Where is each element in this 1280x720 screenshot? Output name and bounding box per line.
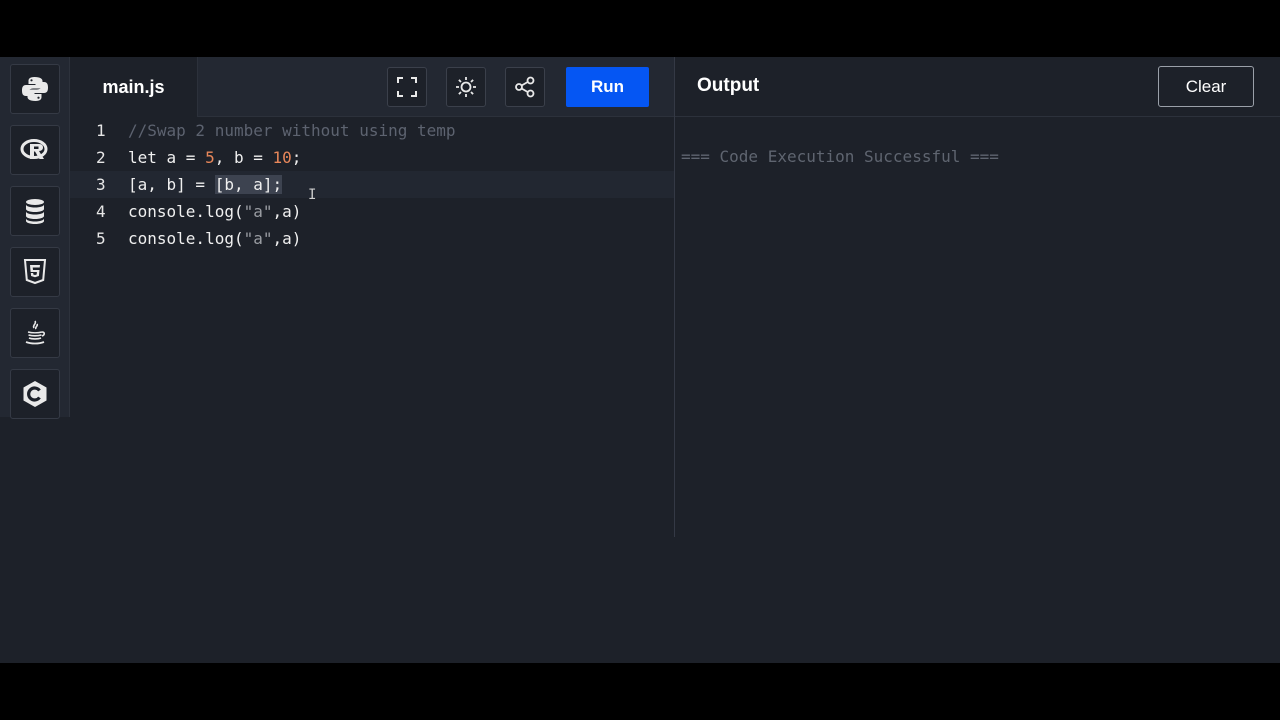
r-icon	[20, 139, 48, 159]
database-icon	[26, 199, 44, 224]
code-token: ;	[291, 148, 302, 167]
clear-button[interactable]: Clear	[1158, 66, 1254, 107]
text-cursor-icon: I	[308, 187, 317, 203]
line-number: 2	[96, 148, 106, 167]
code-text: let a = 5, b = 10;	[128, 148, 301, 167]
code-line: 2 let a = 5, b = 10;	[70, 144, 674, 171]
c-icon	[23, 381, 47, 407]
code-line: 5 console.log("a",a)	[70, 225, 674, 252]
share-button[interactable]	[505, 67, 545, 107]
code-editor[interactable]: 1 //Swap 2 number without using temp 2 l…	[70, 117, 674, 537]
file-tab-main-js[interactable]: main.js	[70, 57, 198, 117]
language-sidebar	[0, 57, 70, 419]
fullscreen-icon	[397, 77, 417, 97]
code-line-active: 3 [a, b] = [b, a];	[70, 171, 674, 198]
code-text: console.log("a",a)	[128, 202, 301, 221]
code-number: 5	[205, 148, 215, 167]
code-number: 10	[272, 148, 292, 167]
line-number: 5	[96, 229, 106, 248]
code-comment: //Swap 2 number without using temp	[128, 121, 456, 140]
c-language-button[interactable]	[10, 369, 60, 419]
share-icon	[515, 76, 535, 98]
python-language-button[interactable]	[10, 64, 60, 114]
code-string: "a"	[243, 229, 273, 248]
java-icon	[25, 320, 46, 345]
code-token: console.log(	[128, 229, 244, 248]
html-language-button[interactable]	[10, 247, 60, 297]
html5-icon	[23, 259, 47, 285]
output-header: Output Clear	[675, 57, 1280, 117]
code-line: 1 //Swap 2 number without using temp	[70, 117, 674, 144]
java-language-button[interactable]	[10, 308, 60, 358]
output-title: Output	[697, 75, 760, 96]
lower-area	[0, 537, 1280, 663]
sun-icon	[456, 77, 476, 97]
fullscreen-button[interactable]	[387, 67, 427, 107]
line-number: 4	[96, 202, 106, 221]
code-token: console.log(	[128, 202, 244, 221]
compiler-app: main.js Run 1 //Swap 2 number without us…	[0, 57, 1280, 663]
r-language-button[interactable]	[10, 125, 60, 175]
run-button[interactable]: Run	[566, 67, 649, 107]
output-text: === Code Execution Successful ===	[681, 147, 999, 166]
line-number: 1	[96, 121, 106, 140]
editor-header: main.js Run	[70, 57, 674, 117]
line-number: 3	[96, 175, 106, 194]
code-text: [a, b] = [b, a];	[128, 175, 283, 194]
code-text: console.log("a",a)	[128, 229, 301, 248]
code-token: [a, b] =	[128, 175, 215, 194]
code-token: let a =	[128, 148, 206, 167]
code-token: ,a)	[272, 202, 302, 221]
selected-text: [b, a];	[214, 175, 283, 194]
sql-language-button[interactable]	[10, 186, 60, 236]
panel-divider[interactable]	[674, 57, 675, 537]
code-token: , b =	[214, 148, 273, 167]
code-token: ,a)	[272, 229, 302, 248]
python-icon	[22, 77, 48, 101]
code-line: 4 console.log("a",a)	[70, 198, 674, 225]
theme-toggle-button[interactable]	[446, 67, 486, 107]
code-string: "a"	[243, 202, 273, 221]
